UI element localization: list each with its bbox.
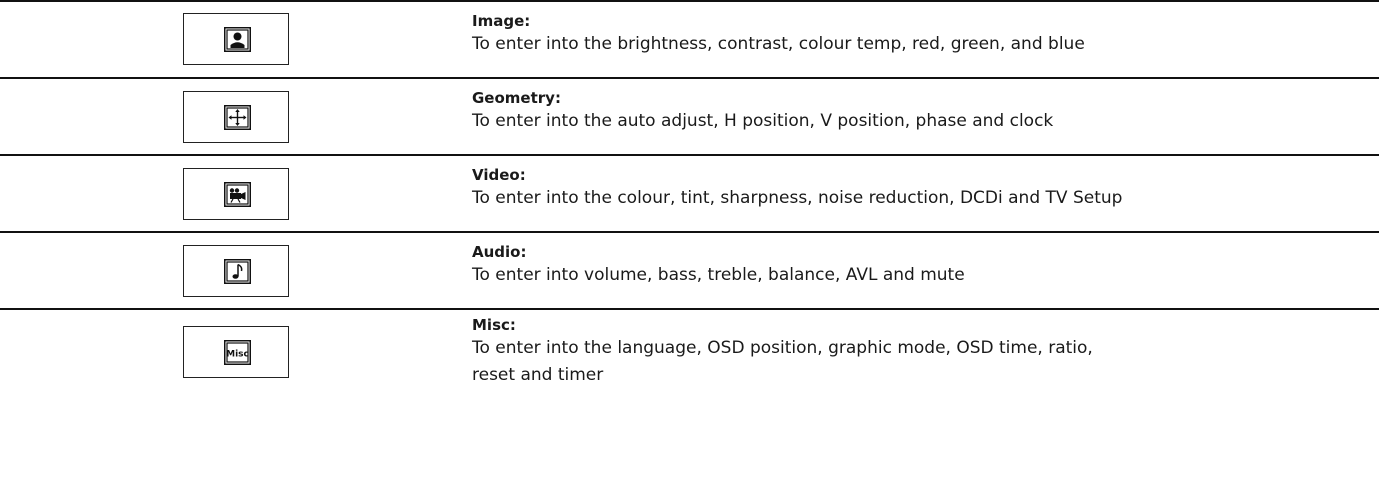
menu-row-video: Video: To enter into the colour, tint, s… bbox=[0, 154, 1379, 231]
image-menu-button[interactable] bbox=[183, 13, 289, 65]
misc-title: Misc: bbox=[472, 316, 516, 334]
menu-row-geometry: Geometry: To enter into the auto adjust,… bbox=[0, 77, 1379, 154]
misc-icon: Misc bbox=[224, 340, 251, 365]
misc-description: To enter into the language, OSD position… bbox=[472, 338, 1093, 385]
image-description: To enter into the brightness, contrast, … bbox=[472, 34, 1085, 54]
audio-menu-button[interactable] bbox=[183, 245, 289, 297]
person-portrait-icon bbox=[224, 27, 251, 52]
geometry-title: Geometry: bbox=[472, 89, 561, 107]
osd-menu-table: Image: To enter into the brightness, con… bbox=[0, 0, 1379, 486]
video-camera-icon bbox=[224, 182, 251, 207]
menu-row-image: Image: To enter into the brightness, con… bbox=[0, 0, 1379, 77]
audio-title: Audio: bbox=[472, 243, 527, 261]
video-description: To enter into the colour, tint, sharpnes… bbox=[472, 188, 1123, 208]
music-note-icon bbox=[224, 259, 251, 284]
geometry-description: To enter into the auto adjust, H positio… bbox=[472, 111, 1054, 131]
four-way-arrows-icon bbox=[224, 105, 251, 130]
video-menu-button[interactable] bbox=[183, 168, 289, 220]
video-title: Video: bbox=[472, 166, 526, 184]
misc-icon-label: Misc bbox=[226, 350, 249, 360]
audio-description: To enter into volume, bass, treble, bala… bbox=[472, 265, 965, 285]
geometry-menu-button[interactable] bbox=[183, 91, 289, 143]
misc-menu-button[interactable]: Misc bbox=[183, 326, 289, 378]
menu-row-audio: Audio: To enter into volume, bass, trebl… bbox=[0, 231, 1379, 308]
menu-row-misc: Misc Misc: To enter into the language, O… bbox=[0, 308, 1379, 486]
image-title: Image: bbox=[472, 12, 531, 30]
